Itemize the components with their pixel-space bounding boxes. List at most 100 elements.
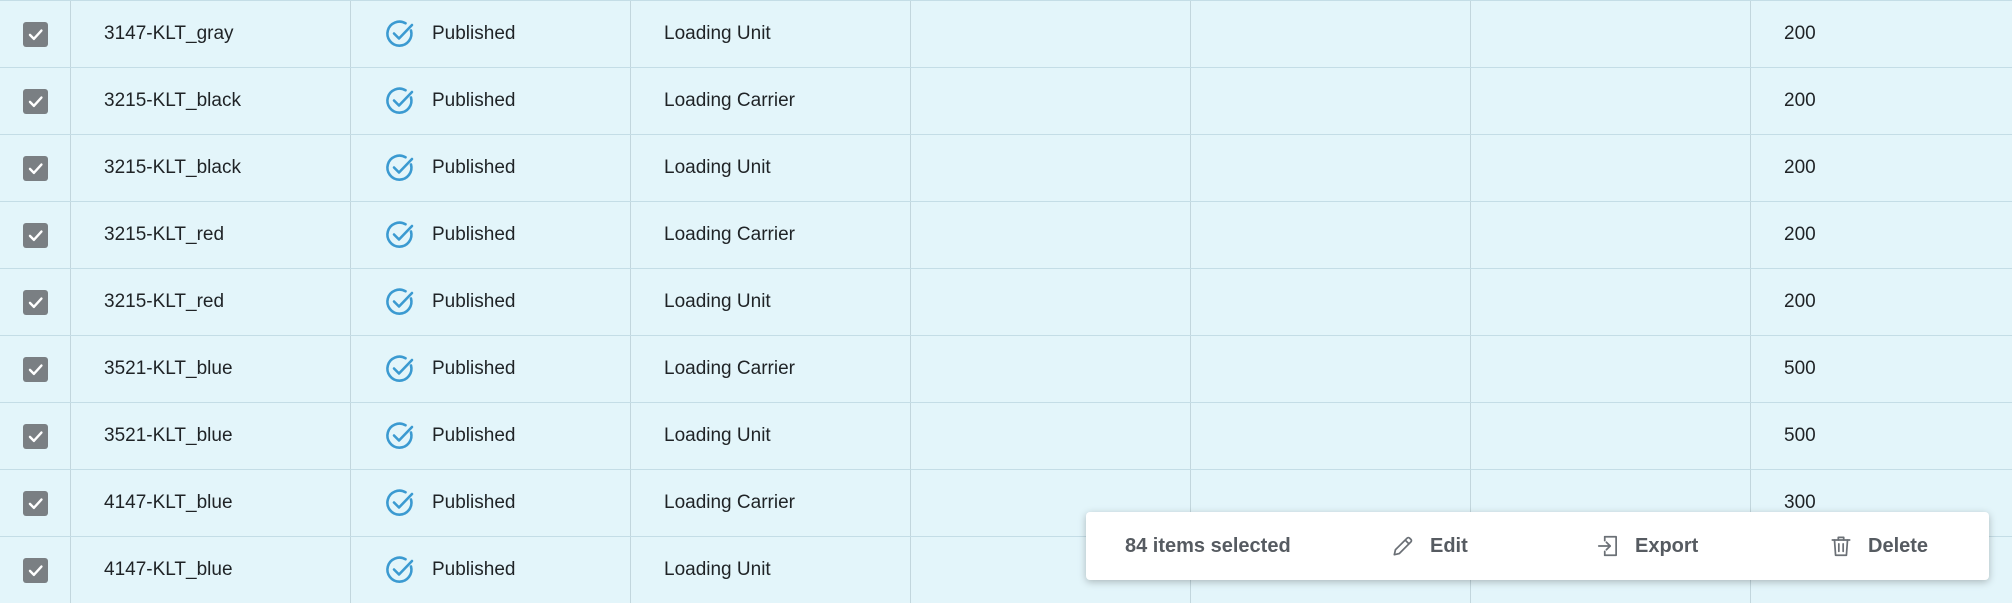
row-checkbox-cell	[0, 1, 71, 67]
quantity-cell: 200	[1751, 1, 2012, 67]
empty-cell	[1471, 269, 1751, 335]
row-checkbox-cell	[0, 202, 71, 268]
empty-cell	[1191, 336, 1471, 402]
export-button[interactable]: Export	[1595, 533, 1698, 559]
type-cell: Loading Unit	[631, 269, 911, 335]
status-cell: Published	[351, 135, 631, 201]
name-cell: 3521-KLT_blue	[71, 336, 351, 402]
item-type: Loading Unit	[664, 291, 771, 312]
check-circle-icon	[384, 353, 416, 385]
export-icon	[1595, 533, 1621, 559]
name-cell: 3215-KLT_red	[71, 269, 351, 335]
row-checkbox-cell	[0, 336, 71, 402]
item-type: Loading Unit	[664, 157, 771, 178]
status-cell: Published	[351, 537, 631, 603]
status-cell: Published	[351, 269, 631, 335]
item-name: 3521-KLT_blue	[104, 425, 233, 446]
row-checkbox-cell	[0, 403, 71, 469]
item-name: 3215-KLT_black	[104, 157, 241, 178]
empty-cell	[1191, 68, 1471, 134]
check-circle-icon	[384, 85, 416, 117]
delete-button[interactable]: Delete	[1828, 533, 1928, 559]
selected-count: 84 items selected	[1125, 534, 1291, 557]
checkbox-checked-icon[interactable]	[22, 423, 48, 449]
checkbox-checked-icon[interactable]	[22, 222, 48, 248]
empty-cell	[1471, 1, 1751, 67]
export-label: Export	[1635, 534, 1699, 557]
checkbox-checked-icon[interactable]	[22, 557, 48, 583]
item-type: Loading Unit	[664, 559, 771, 580]
status-label: Published	[432, 358, 516, 379]
empty-cell	[1191, 403, 1471, 469]
type-cell: Loading Unit	[631, 1, 911, 67]
empty-cell	[1471, 68, 1751, 134]
table-row[interactable]: 3147-KLT_gray Published Loading Unit 200	[0, 0, 2012, 67]
trash-icon	[1828, 533, 1854, 559]
checkbox-checked-icon[interactable]	[22, 289, 48, 315]
status-label: Published	[432, 90, 516, 111]
empty-cell	[1471, 403, 1751, 469]
checkbox-checked-icon[interactable]	[22, 490, 48, 516]
item-type: Loading Unit	[664, 425, 771, 446]
table-row[interactable]: 3215-KLT_red Published Loading Carrier 200	[0, 201, 2012, 268]
empty-cell	[1471, 135, 1751, 201]
check-circle-icon	[384, 487, 416, 519]
type-cell: Loading Carrier	[631, 68, 911, 134]
status-label: Published	[432, 492, 516, 513]
table-row[interactable]: 3215-KLT_black Published Loading Unit 200	[0, 134, 2012, 201]
empty-cell	[1471, 336, 1751, 402]
name-cell: 3521-KLT_blue	[71, 403, 351, 469]
edit-button[interactable]: Edit	[1390, 533, 1468, 559]
checkbox-checked-icon[interactable]	[22, 88, 48, 114]
edit-label: Edit	[1430, 534, 1468, 557]
table-row[interactable]: 3215-KLT_black Published Loading Carrier 20…	[0, 67, 2012, 134]
item-quantity: 200	[1784, 90, 1816, 111]
status-cell: Published	[351, 202, 631, 268]
quantity-cell: 500	[1751, 336, 2012, 402]
check-circle-icon	[384, 286, 416, 318]
item-type: Loading Carrier	[664, 492, 795, 513]
checkbox-checked-icon[interactable]	[22, 356, 48, 382]
quantity-cell: 200	[1751, 202, 2012, 268]
item-quantity: 200	[1784, 224, 1816, 245]
delete-label: Delete	[1868, 534, 1929, 557]
name-cell: 4147-KLT_blue	[71, 537, 351, 603]
status-label: Published	[432, 425, 516, 446]
checkbox-checked-icon[interactable]	[22, 155, 48, 181]
row-checkbox-cell	[0, 135, 71, 201]
name-cell: 4147-KLT_blue	[71, 470, 351, 536]
empty-cell	[1191, 135, 1471, 201]
empty-cell	[911, 1, 1191, 67]
empty-cell	[1191, 1, 1471, 67]
row-checkbox-cell	[0, 68, 71, 134]
item-name: 3215-KLT_red	[104, 291, 225, 312]
item-name: 3521-KLT_blue	[104, 358, 233, 379]
status-label: Published	[432, 559, 516, 580]
item-quantity: 200	[1784, 157, 1816, 178]
empty-cell	[911, 135, 1191, 201]
item-name: 4147-KLT_blue	[104, 559, 233, 580]
type-cell: Loading Unit	[631, 135, 911, 201]
row-checkbox-cell	[0, 269, 71, 335]
type-cell: Loading Carrier	[631, 470, 911, 536]
item-quantity: 500	[1784, 358, 1816, 379]
type-cell: Loading Carrier	[631, 336, 911, 402]
empty-cell	[911, 269, 1191, 335]
row-checkbox-cell	[0, 537, 71, 603]
table-row[interactable]: 3521-KLT_blue Published Loading Unit 500	[0, 402, 2012, 469]
status-cell: Published	[351, 470, 631, 536]
item-quantity: 500	[1784, 425, 1816, 446]
quantity-cell: 200	[1751, 68, 2012, 134]
status-cell: Published	[351, 68, 631, 134]
empty-cell	[1471, 202, 1751, 268]
item-type: Loading Unit	[664, 23, 771, 44]
checkbox-checked-icon[interactable]	[22, 21, 48, 47]
item-quantity: 200	[1784, 291, 1816, 312]
item-type: Loading Carrier	[664, 224, 795, 245]
data-table: 3147-KLT_gray Published Loading Unit 200 321…	[0, 0, 2012, 603]
item-name: 3147-KLT_gray	[104, 23, 234, 44]
check-circle-icon	[384, 420, 416, 452]
table-row[interactable]: 3215-KLT_red Published Loading Unit 200	[0, 268, 2012, 335]
table-row[interactable]: 3521-KLT_blue Published Loading Carrier 500	[0, 335, 2012, 402]
item-name: 3215-KLT_black	[104, 90, 241, 111]
